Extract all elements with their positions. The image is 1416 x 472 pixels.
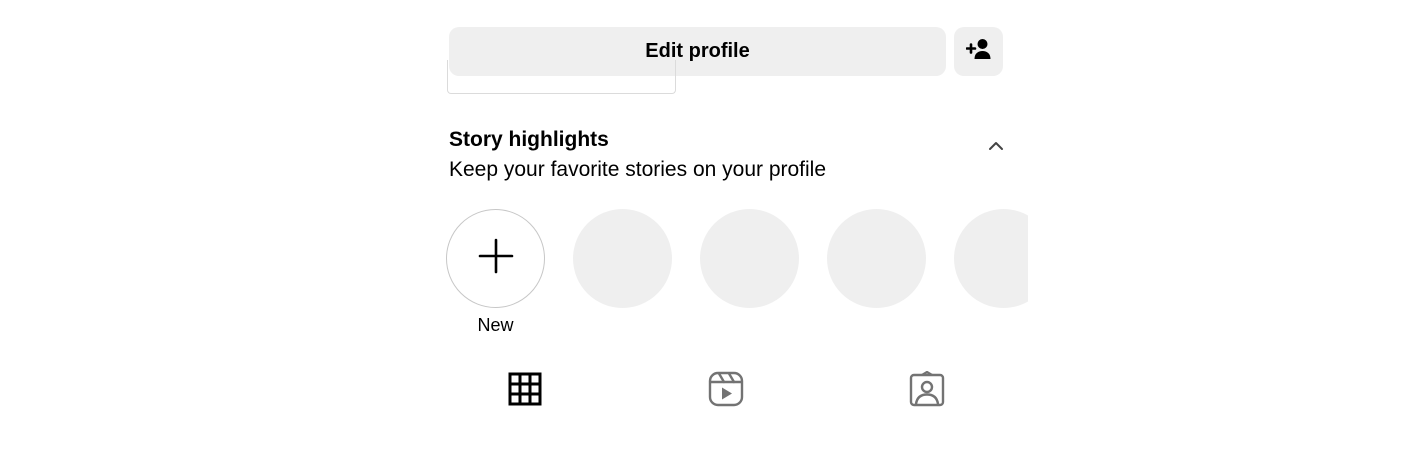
tab-posts[interactable] — [502, 368, 548, 414]
highlight-placeholder-circle — [954, 209, 1028, 308]
plus-icon — [478, 238, 514, 279]
grid-icon — [508, 372, 542, 411]
story-highlights-header[interactable]: Story highlights Keep your favorite stor… — [449, 126, 1009, 185]
highlight-placeholder-circle — [573, 209, 672, 308]
tagged-icon — [909, 370, 945, 412]
highlight-placeholder — [573, 209, 672, 308]
discover-people-button[interactable] — [954, 27, 1003, 76]
story-highlights-subtitle: Keep your favorite stories on your profi… — [449, 158, 827, 181]
highlight-placeholder-circle — [700, 209, 799, 308]
new-highlight-label: New — [477, 315, 514, 335]
chevron-up-icon — [988, 138, 1004, 156]
profile-tab-bar — [449, 368, 1003, 414]
collapse-button[interactable] — [984, 136, 1008, 158]
tab-reels[interactable] — [703, 368, 749, 414]
partial-card — [447, 60, 676, 94]
story-highlights-title: Story highlights — [449, 128, 609, 151]
reels-icon — [708, 371, 744, 412]
highlight-placeholder — [954, 209, 1028, 308]
new-highlight[interactable]: New — [446, 209, 545, 336]
highlight-placeholder-circle — [827, 209, 926, 308]
story-highlights-strip: New — [446, 209, 1028, 339]
person-add-icon — [965, 38, 992, 65]
profile-page: Edit profile Story highlights Keep your … — [0, 0, 1416, 472]
highlight-placeholder — [827, 209, 926, 308]
tab-tagged[interactable] — [904, 368, 950, 414]
highlight-placeholder — [700, 209, 799, 308]
new-highlight-button[interactable] — [446, 209, 545, 308]
